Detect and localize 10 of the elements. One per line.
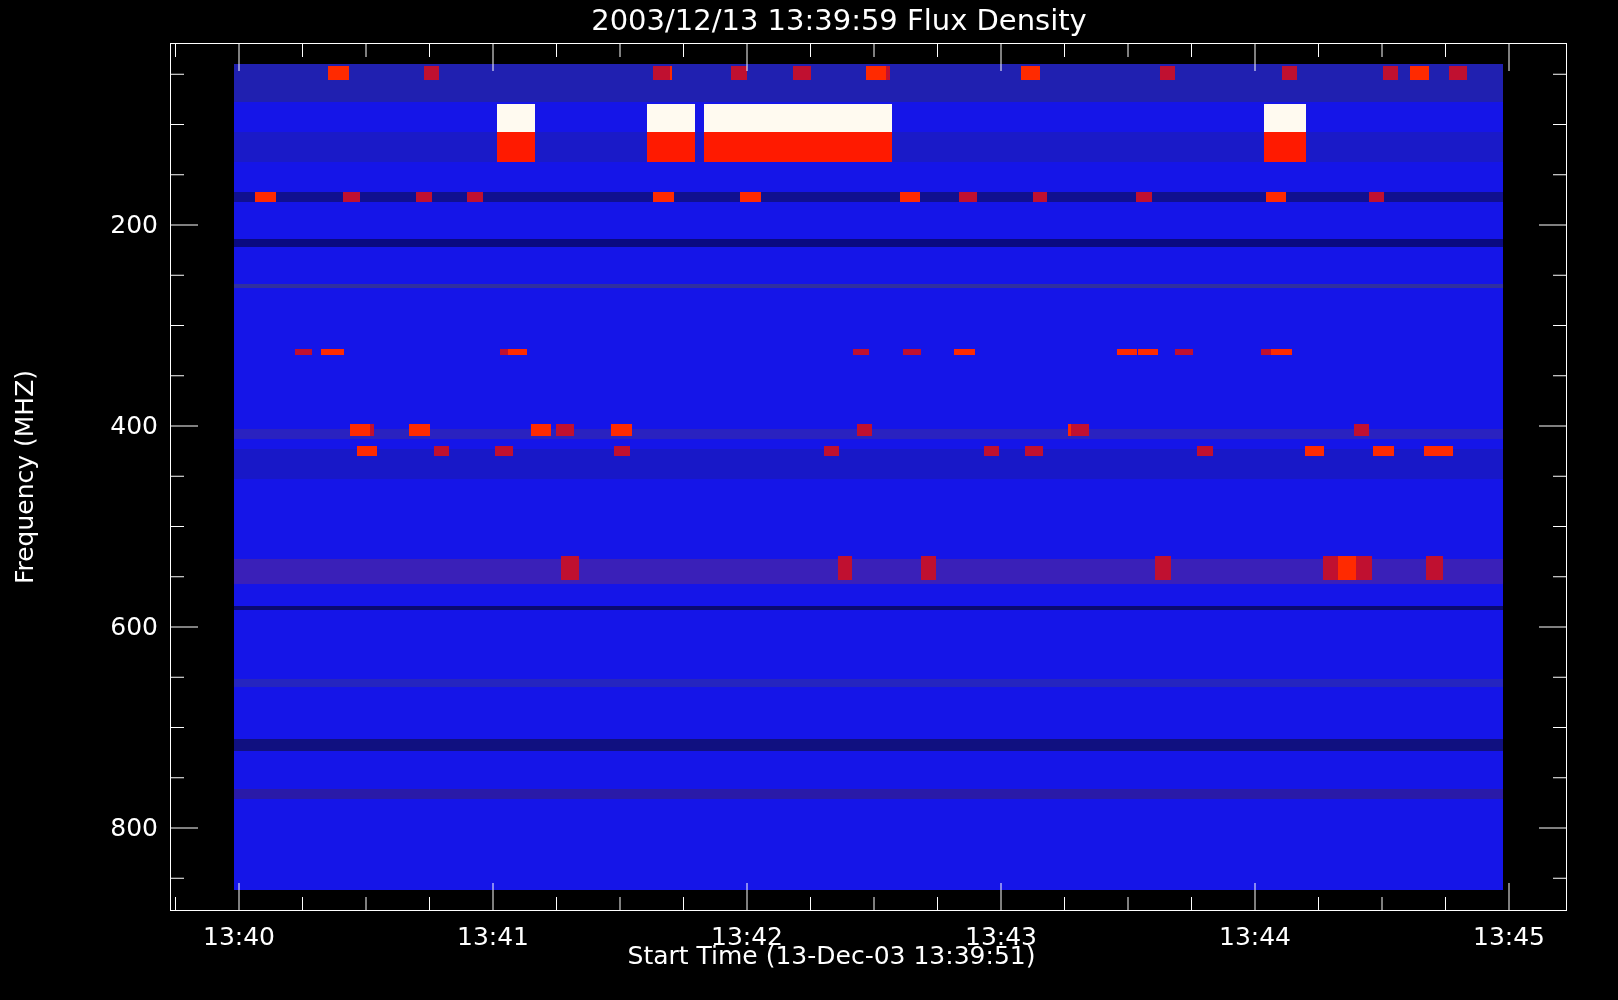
x-tick-label: 13:40 [203,923,275,951]
y-axis-title: Frequency (MHZ) [11,369,39,585]
x-tick-label: 13:41 [457,923,529,951]
x-tick-label: 13:44 [1219,923,1291,951]
chart-title: 2003/12/13 13:39:59 Flux Density [591,2,1087,38]
x-tick-label: 13:45 [1473,923,1545,951]
y-tick-label: 600 [110,613,158,641]
y-tick-label: 400 [110,412,158,440]
y-tick-label: 800 [110,814,158,842]
y-tick-label: 200 [110,211,158,239]
